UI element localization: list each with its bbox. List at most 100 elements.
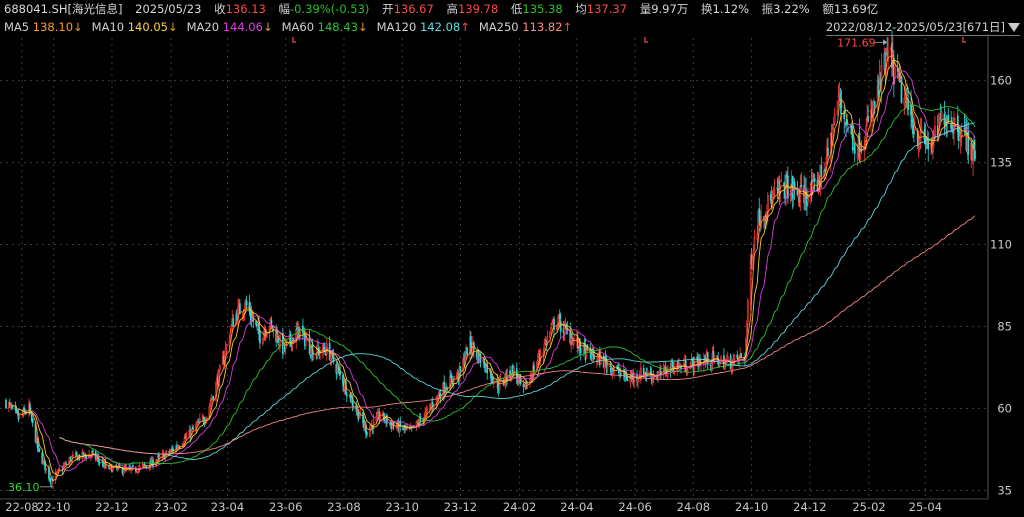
candle — [195, 421, 197, 434]
ma-line-10 — [18, 59, 976, 477]
event-marker-icon[interactable] — [292, 37, 296, 43]
candle — [924, 123, 927, 154]
x-tick-label: 24-10 — [735, 500, 768, 514]
y-tick-label: 110 — [990, 238, 1012, 252]
candle — [629, 370, 632, 389]
candle — [780, 171, 783, 183]
x-tick-label: 25-04 — [909, 500, 942, 514]
candle — [945, 114, 948, 138]
candle — [302, 318, 304, 340]
candle — [351, 394, 354, 412]
candle — [444, 385, 447, 396]
candles — [5, 29, 976, 489]
candle — [232, 314, 235, 327]
candle — [813, 173, 816, 192]
candle — [31, 418, 34, 428]
candle — [369, 426, 372, 431]
candle — [919, 117, 922, 150]
candle — [339, 365, 341, 380]
x-tick-label: 24-06 — [618, 500, 651, 514]
y-tick-label: 35 — [997, 483, 1012, 497]
candle — [98, 460, 101, 467]
candle — [36, 437, 39, 452]
candle — [533, 360, 535, 375]
candle — [827, 137, 829, 159]
candle — [452, 375, 455, 389]
candle — [462, 352, 465, 380]
candle — [746, 297, 749, 333]
candle — [640, 362, 642, 384]
candle — [279, 331, 281, 353]
candle — [225, 343, 228, 355]
candle — [8, 398, 11, 409]
candle — [684, 355, 687, 372]
grid — [0, 38, 988, 497]
candle — [5, 398, 7, 409]
x-tick-label: 23-12 — [444, 500, 477, 514]
candle — [636, 370, 638, 387]
candle — [352, 401, 355, 410]
candle — [450, 372, 453, 389]
event-marker-icon[interactable] — [962, 37, 966, 43]
y-tick-label: 135 — [990, 156, 1012, 170]
candle — [836, 100, 839, 116]
candle — [556, 325, 558, 332]
candle — [132, 461, 134, 468]
x-tick-label: 22-08 — [5, 500, 38, 514]
candle — [619, 367, 622, 378]
candle — [800, 172, 803, 189]
candle — [345, 392, 348, 403]
candle — [753, 229, 756, 252]
candle — [368, 424, 371, 437]
candle — [419, 413, 422, 426]
x-tick-label: 24-08 — [677, 500, 710, 514]
x-tick-label: 23-04 — [211, 500, 244, 514]
candle — [136, 471, 139, 476]
candle — [71, 450, 74, 459]
candle — [659, 362, 661, 379]
candle — [386, 413, 388, 428]
y-tick-label: 85 — [997, 320, 1012, 334]
candle — [355, 400, 358, 416]
candle — [11, 405, 14, 410]
candle — [792, 176, 795, 207]
candle — [322, 343, 324, 359]
candle — [498, 375, 501, 394]
x-tick-label: 23-06 — [269, 500, 302, 514]
candle — [202, 415, 205, 425]
ma-line-5 — [11, 54, 976, 482]
candle — [843, 104, 846, 134]
candle — [342, 374, 344, 392]
event-marker-icon[interactable] — [644, 37, 648, 43]
candlestick-chart[interactable]: 35 60 85 110 135 160 22-0822-10 22-12 23-02 23-04… — [0, 0, 1024, 517]
candle — [212, 395, 215, 401]
candle — [720, 354, 722, 360]
x-tick-label: 25-02 — [852, 500, 885, 514]
candle — [88, 449, 90, 459]
x-tick-label: 22-12 — [95, 500, 128, 514]
candle — [539, 348, 542, 365]
candle — [295, 322, 298, 349]
candle — [606, 360, 609, 374]
candle — [633, 372, 636, 389]
candle — [479, 351, 482, 368]
y-tick-label: 160 — [990, 74, 1012, 88]
candle — [551, 319, 553, 326]
candle — [613, 367, 615, 378]
candle — [324, 342, 326, 355]
candle — [833, 107, 836, 126]
candle — [940, 105, 943, 122]
ma-line-250 — [59, 215, 976, 455]
candle — [927, 131, 930, 162]
x-tick-label: 23-10 — [385, 500, 418, 514]
candle — [366, 430, 368, 438]
candle — [760, 204, 763, 230]
candle — [252, 311, 255, 329]
candle — [472, 340, 475, 358]
candle — [660, 365, 662, 380]
x-tick-label: 23-08 — [327, 500, 360, 514]
candle — [18, 414, 21, 420]
candle — [54, 468, 57, 485]
y-tick-label: 60 — [997, 401, 1012, 415]
candle — [740, 352, 742, 359]
